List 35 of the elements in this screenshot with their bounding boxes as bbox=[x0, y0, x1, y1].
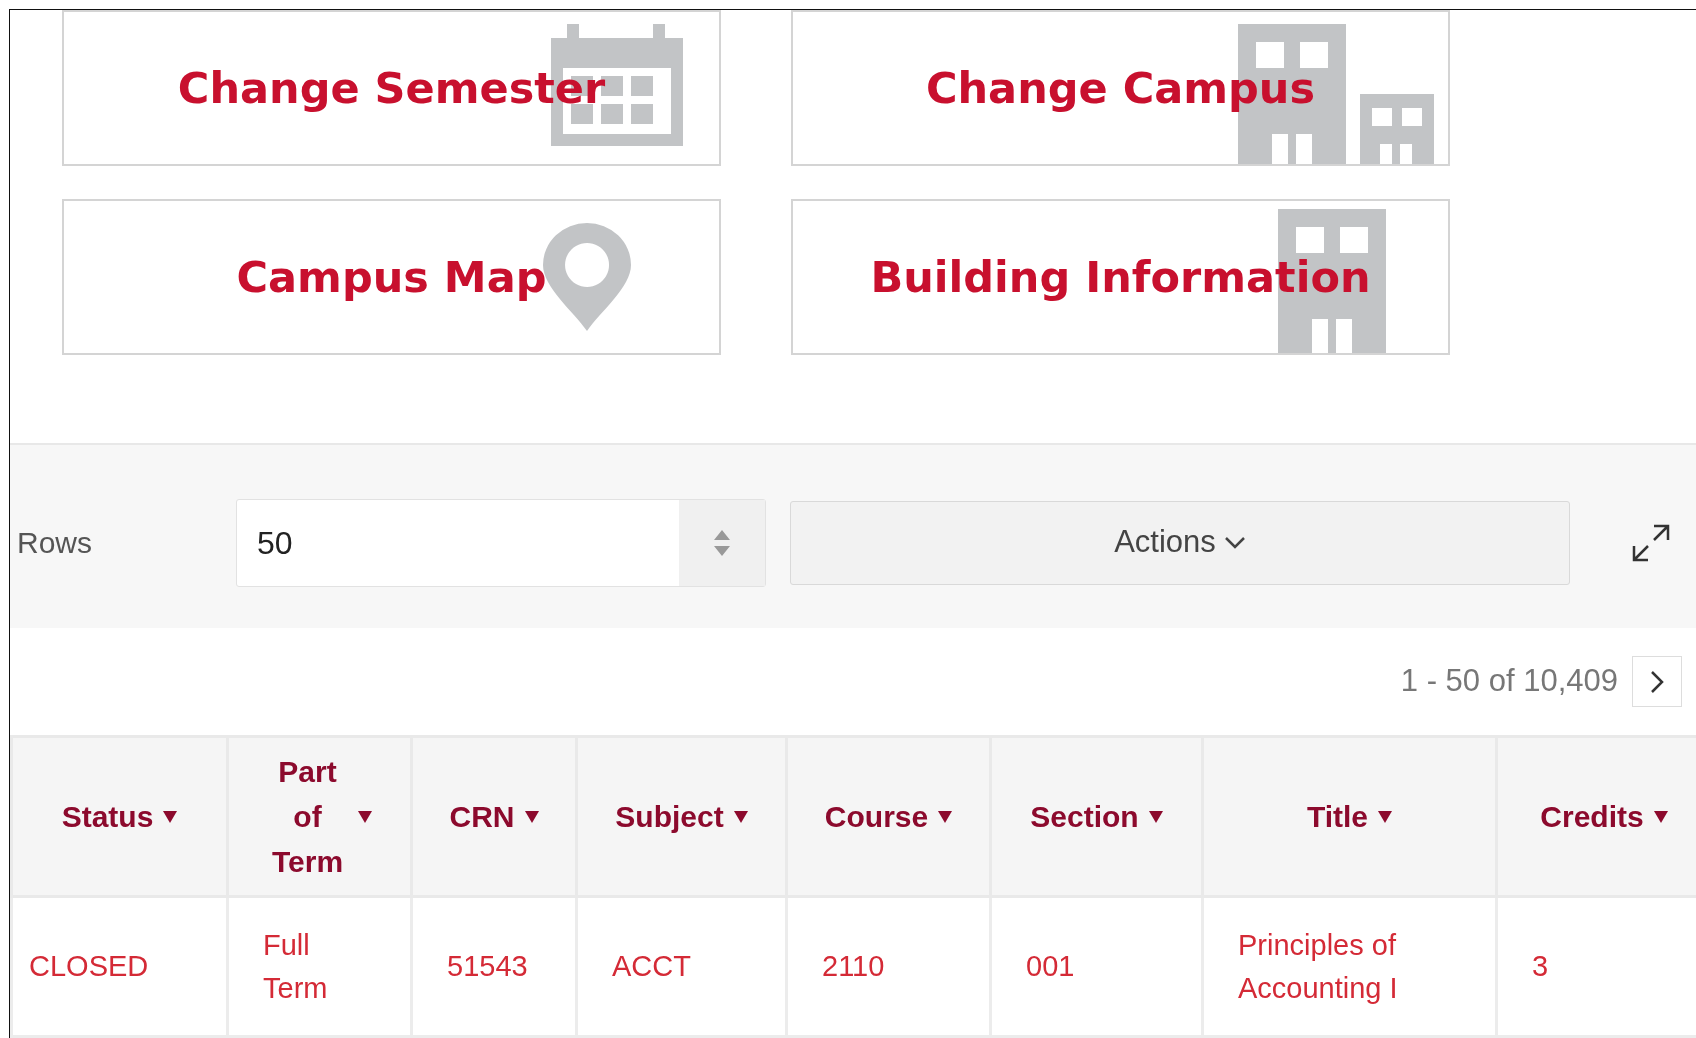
tile-button[interactable]: Change Campus bbox=[791, 10, 1450, 166]
table-cell: 51543 bbox=[447, 950, 528, 983]
column-header[interactable]: CRN bbox=[449, 794, 515, 839]
sort-caret-icon bbox=[524, 810, 539, 823]
chevron-right-icon bbox=[1650, 669, 1664, 694]
tile-button[interactable]: Building Information bbox=[791, 199, 1450, 355]
pagination-range: 1 - 50 of 10,409 bbox=[1400, 662, 1618, 701]
table-cell: Principles of Accounting I bbox=[1238, 929, 1398, 1004]
column-header[interactable]: Title bbox=[1306, 794, 1369, 839]
sort-caret-icon bbox=[938, 810, 953, 823]
sort-caret-icon bbox=[1148, 810, 1163, 823]
column-header[interactable]: Section bbox=[1030, 794, 1139, 839]
table-cell: ACCT bbox=[612, 950, 691, 983]
column-header[interactable]: Course bbox=[824, 794, 929, 839]
sort-caret-icon bbox=[357, 810, 372, 823]
rows-label: Rows bbox=[16, 525, 93, 561]
table-cell: 3 bbox=[1532, 950, 1549, 983]
tile-button[interactable]: Change Semester bbox=[62, 10, 721, 166]
sort-caret-icon bbox=[1653, 810, 1668, 823]
sort-caret-icon bbox=[1378, 810, 1393, 823]
map-pin-icon bbox=[543, 223, 631, 331]
column-header[interactable]: Status bbox=[61, 794, 154, 839]
rows-select[interactable]: 50 bbox=[236, 498, 766, 587]
chevron-down-icon bbox=[1223, 535, 1246, 550]
sort-caret-icon bbox=[163, 810, 178, 823]
next-page-button[interactable] bbox=[1632, 656, 1682, 707]
sort-caret-icon bbox=[733, 810, 748, 823]
tile-button[interactable]: Campus Map bbox=[62, 199, 721, 355]
column-header[interactable]: Credits bbox=[1540, 794, 1644, 839]
column-header[interactable]: Subject bbox=[615, 794, 724, 839]
actions-button[interactable]: Actions bbox=[790, 500, 1570, 585]
table-cell: Full Term bbox=[263, 929, 328, 1004]
table-cell: CLOSED bbox=[29, 950, 149, 983]
table-cell: 001 bbox=[1026, 950, 1075, 983]
table-cell: 2110 bbox=[822, 950, 885, 983]
